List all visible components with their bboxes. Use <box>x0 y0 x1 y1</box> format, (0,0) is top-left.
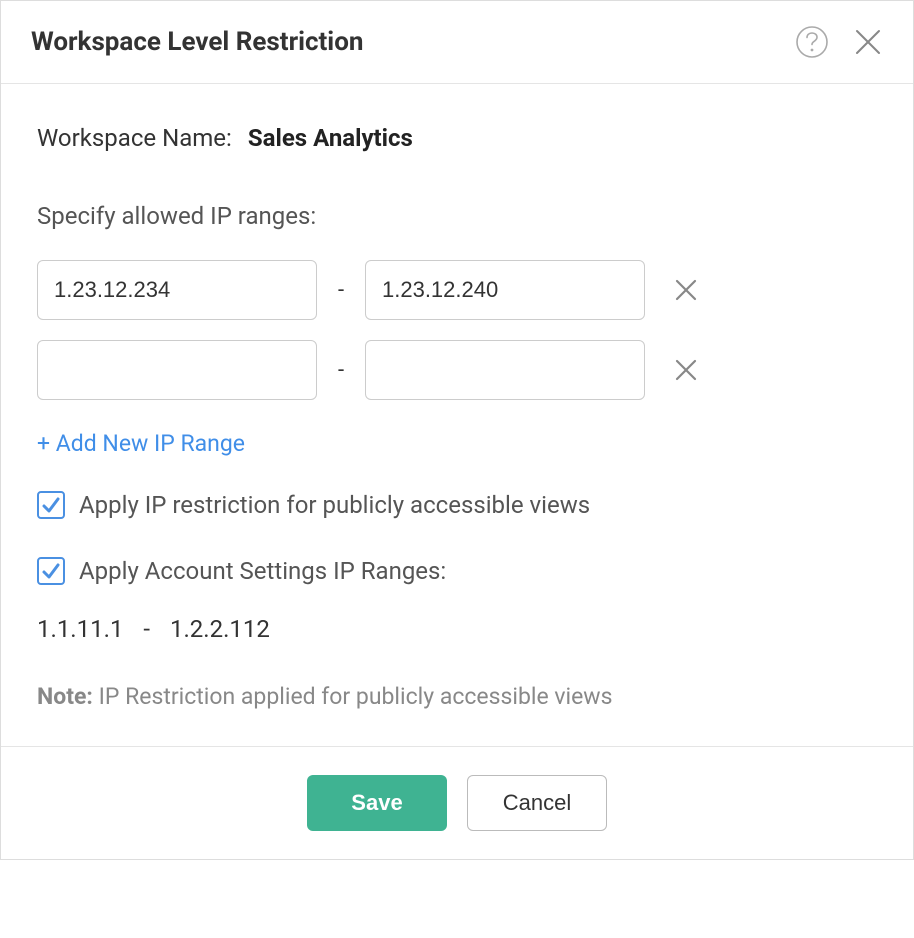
ip-range-list: - - <box>37 260 877 400</box>
add-ip-range-link[interactable]: + Add New IP Range <box>37 430 877 457</box>
ip-range-dash: - <box>335 278 347 303</box>
ip-range-from-input[interactable] <box>37 340 317 400</box>
note-label: Note: <box>37 683 93 710</box>
account-range-dash: - <box>143 615 150 643</box>
note-row: Note: IP Restriction applied for publicl… <box>37 683 877 710</box>
public-views-check-row: Apply IP restriction for publicly access… <box>37 491 877 519</box>
ip-range-row: - <box>37 340 877 400</box>
ip-ranges-label: Specify allowed IP ranges: <box>37 202 877 230</box>
ip-range-to-input[interactable] <box>365 260 645 320</box>
account-range-to: 1.2.2.112 <box>170 615 270 643</box>
close-icon[interactable] <box>853 27 883 57</box>
ip-range-from-input[interactable] <box>37 260 317 320</box>
ip-range-dash: - <box>335 358 347 383</box>
account-ranges-checkbox[interactable] <box>37 557 65 585</box>
account-range-from: 1.1.11.1 <box>37 615 123 643</box>
dialog-footer: Save Cancel <box>1 746 913 859</box>
account-ranges-check-label: Apply Account Settings IP Ranges: <box>79 557 446 585</box>
account-ranges-check-row: Apply Account Settings IP Ranges: <box>37 557 877 585</box>
public-views-check-label: Apply IP restriction for publicly access… <box>79 491 590 519</box>
workspace-name-row: Workspace Name: Sales Analytics <box>37 124 877 152</box>
dialog-header: Workspace Level Restriction <box>1 1 913 84</box>
header-actions <box>795 25 883 59</box>
save-button[interactable]: Save <box>307 775 447 831</box>
remove-range-icon[interactable] <box>673 357 699 383</box>
help-icon[interactable] <box>795 25 829 59</box>
remove-range-icon[interactable] <box>673 277 699 303</box>
public-views-checkbox[interactable] <box>37 491 65 519</box>
cancel-button[interactable]: Cancel <box>467 775 607 831</box>
dialog-body: Workspace Name: Sales Analytics Specify … <box>1 84 913 746</box>
account-ip-range: 1.1.11.1 - 1.2.2.112 <box>37 615 877 643</box>
note-text: IP Restriction applied for publicly acce… <box>93 683 613 710</box>
workspace-name-label: Workspace Name: <box>37 124 232 152</box>
ip-range-to-input[interactable] <box>365 340 645 400</box>
dialog-title: Workspace Level Restriction <box>31 27 363 57</box>
ip-range-row: - <box>37 260 877 320</box>
workspace-name-value: Sales Analytics <box>248 124 413 152</box>
workspace-restriction-dialog: Workspace Level Restriction Workspace Na… <box>0 0 914 860</box>
